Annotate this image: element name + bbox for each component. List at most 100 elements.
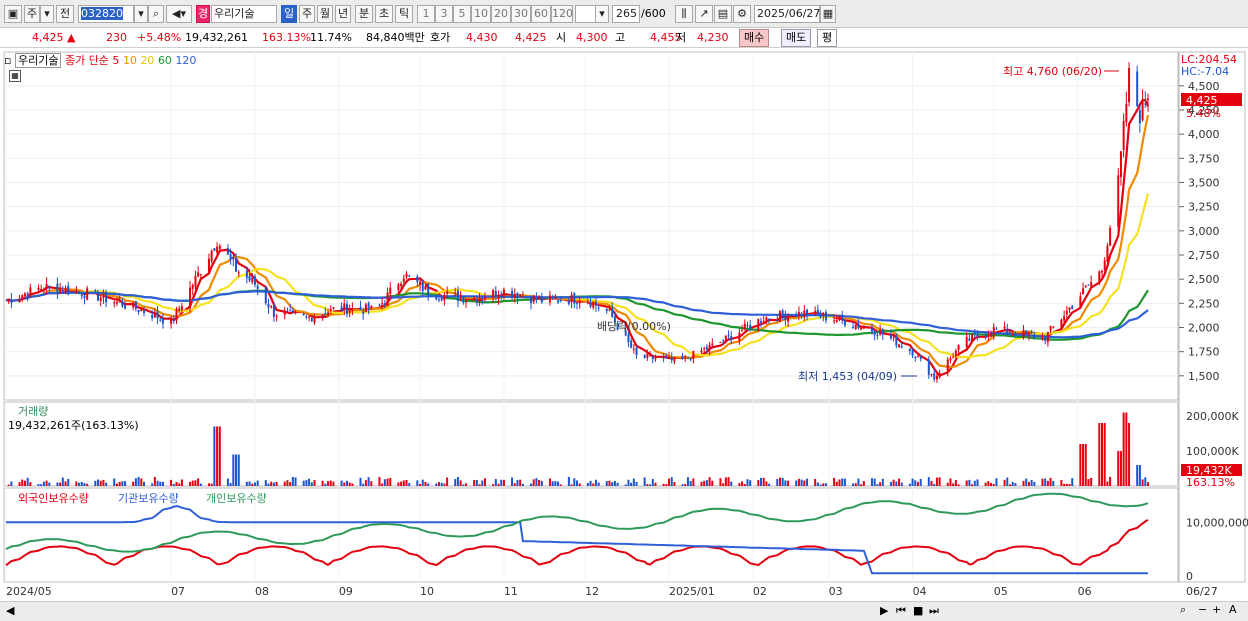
market-select[interactable]: 주 xyxy=(24,5,40,23)
auto-scale-icon[interactable]: A xyxy=(1229,603,1237,616)
candle-body xyxy=(305,316,308,318)
volume-bar xyxy=(760,477,763,486)
interval-3[interactable]: 3 xyxy=(435,5,453,23)
sell-button[interactable]: 매도 xyxy=(781,29,812,47)
volume-bar xyxy=(843,478,846,486)
candle-body xyxy=(462,296,465,303)
chart-area[interactable]: 4,5004,2504,0003,7503,5003,2503,0002,750… xyxy=(0,49,1248,601)
window-icon[interactable]: ▣ xyxy=(4,5,22,23)
interval-30[interactable]: 30 xyxy=(511,5,531,23)
candle-body xyxy=(465,300,468,303)
period-tab-day[interactable]: 일 xyxy=(281,5,297,23)
table-toggle-icon[interactable]: ▦ xyxy=(9,70,21,82)
candle-body xyxy=(408,275,411,277)
volume-bar xyxy=(402,480,405,486)
legend-individual: 개인보유수량 xyxy=(206,492,267,505)
count-input[interactable]: 265 xyxy=(612,5,640,23)
period-tab-month[interactable]: 월 xyxy=(317,5,333,23)
y-tick-label: 3,000 xyxy=(1188,225,1220,238)
volume-bar xyxy=(86,483,89,486)
stock-name-field[interactable]: 우리기술 xyxy=(211,5,277,23)
scroll-left-icon[interactable]: ◀ xyxy=(6,604,14,617)
candle-body xyxy=(351,307,354,311)
volume-bar xyxy=(99,480,102,486)
candle-body xyxy=(879,330,882,335)
date-input[interactable]: 2025/06/27 xyxy=(754,5,820,23)
candle-body xyxy=(189,287,192,309)
interval-60[interactable]: 60 xyxy=(531,5,551,23)
interval-5[interactable]: 5 xyxy=(453,5,471,23)
candle-body xyxy=(459,297,462,301)
candle-body xyxy=(170,318,173,324)
zoom-search-icon[interactable]: ⌕ xyxy=(1180,603,1186,617)
market-dropdown-icon[interactable]: ▾ xyxy=(40,5,54,23)
candle-body xyxy=(251,277,254,283)
calendar-icon[interactable]: ▦ xyxy=(820,5,836,23)
period-tab-minute[interactable]: 분 xyxy=(355,5,373,23)
volume-bar xyxy=(557,481,560,486)
next-page-icon[interactable]: ⏭ xyxy=(929,604,939,618)
volume-bar xyxy=(876,484,879,486)
interval-10[interactable]: 10 xyxy=(471,5,491,23)
horizontal-scrollbar[interactable]: ◀ ▶ ⏮ ■ ⏭ ⌕ − + A xyxy=(0,601,1248,621)
candle-body xyxy=(7,298,10,302)
candle-body xyxy=(1082,288,1085,295)
code-dropdown-icon[interactable]: ▾ xyxy=(134,5,148,23)
x-tick-label: 07 xyxy=(171,585,185,598)
interval-120[interactable]: 120 xyxy=(551,5,573,23)
zoom-out-icon[interactable]: − xyxy=(1198,603,1207,616)
candle-body xyxy=(722,340,725,342)
candle-body xyxy=(1030,331,1033,334)
save-icon[interactable]: ▤ xyxy=(714,5,732,23)
scroll-right-icon[interactable]: ▶ xyxy=(880,604,888,617)
period-tab-second[interactable]: 초 xyxy=(375,5,393,23)
period-tab-tick[interactable]: 틱 xyxy=(395,5,413,23)
code-input[interactable]: 032820 xyxy=(78,5,134,23)
candle-body xyxy=(94,289,97,291)
y-tick-label: 1,500 xyxy=(1188,370,1220,383)
legend-ma120: 120 xyxy=(175,54,197,67)
trade-amount: 84,840백만 xyxy=(366,31,425,44)
volume-bar xyxy=(473,479,476,486)
zoom-in-icon[interactable]: + xyxy=(1212,603,1221,616)
interval-1[interactable]: 1 xyxy=(417,5,435,23)
candle-body xyxy=(132,302,135,308)
prev-button[interactable]: 전 xyxy=(56,5,74,23)
period-tab-week[interactable]: 주 xyxy=(299,5,315,23)
volume-bar xyxy=(121,481,124,486)
volume-bar xyxy=(570,484,573,486)
stop-icon[interactable]: ■ xyxy=(913,604,923,617)
volume-bar xyxy=(743,484,746,486)
volume-bar xyxy=(649,484,652,486)
buy-button[interactable]: 매수 xyxy=(739,29,770,47)
volume-bar xyxy=(833,477,836,486)
first-page-icon[interactable]: ⏮ xyxy=(896,604,906,618)
volume-bar xyxy=(405,479,408,486)
candle-body xyxy=(654,358,657,360)
candle-body xyxy=(1044,337,1047,341)
settings-icon[interactable]: ⚙ xyxy=(733,5,751,23)
draw-tool-icon[interactable]: ↗ xyxy=(695,5,713,23)
volume-bar xyxy=(78,482,81,486)
volume-bar xyxy=(613,480,616,486)
volume-bar xyxy=(1106,481,1109,486)
sound-icon[interactable]: ◀▾ xyxy=(166,5,192,23)
volume-bar xyxy=(976,479,979,486)
candle-body xyxy=(1008,332,1011,334)
candle-body xyxy=(816,309,819,315)
legend-stock-name[interactable]: 우리기술 xyxy=(14,53,62,68)
candle-body xyxy=(843,319,846,326)
volume-bar xyxy=(765,481,768,486)
volume-bar xyxy=(624,484,627,486)
custom-interval-dropdown-icon[interactable]: ▾ xyxy=(595,5,609,23)
avg-button[interactable]: 평 xyxy=(817,29,838,47)
candle-type-icon[interactable]: ⫼ xyxy=(675,5,693,23)
volume-bar xyxy=(949,478,952,486)
search-icon[interactable]: ⌕ xyxy=(148,5,164,23)
volume-bar xyxy=(540,480,543,486)
interval-20[interactable]: 20 xyxy=(491,5,511,23)
candle-body xyxy=(178,308,181,311)
period-tab-year[interactable]: 년 xyxy=(335,5,351,23)
volume-bar xyxy=(835,481,838,486)
volume-bar xyxy=(462,484,465,486)
